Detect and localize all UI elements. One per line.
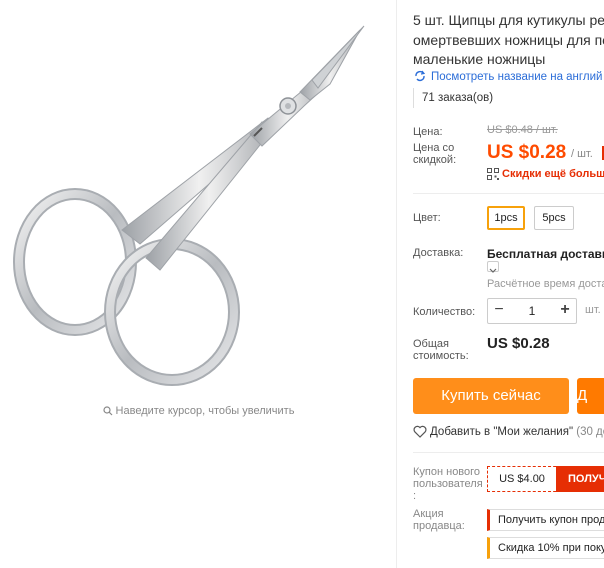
title-line-2: омертвевших ножницы для пе xyxy=(413,31,604,48)
new-user-coupon: US $4.00 ПОЛУЧ xyxy=(487,466,604,492)
old-price: US $0.48 / шт. xyxy=(487,124,558,136)
quantity-unit: шт. xyxy=(585,304,601,316)
price-per-unit: / шт. xyxy=(571,148,593,160)
translate-link[interactable]: Посмотреть название на англий xyxy=(413,69,602,86)
chevron-down-icon xyxy=(489,268,497,273)
add-to-cart-button[interactable]: Д xyxy=(577,378,604,414)
wishlist-count: (30 до xyxy=(576,426,604,438)
orders-count: 71 заказа(ов) xyxy=(413,88,493,108)
price-divider xyxy=(413,193,604,194)
add-to-wishlist-link[interactable]: Добавить в "Мои желания" (30 до xyxy=(413,425,604,441)
heart-icon xyxy=(413,425,427,441)
delivery-title: Бесплатная доставка xyxy=(487,247,604,261)
magnifier-icon xyxy=(102,406,113,419)
current-price: US $0.28 xyxy=(487,142,567,163)
qr-code-icon xyxy=(487,168,499,183)
delivery-label: Доставка: xyxy=(413,247,464,259)
quantity-input[interactable]: 1 xyxy=(510,299,554,323)
new-user-label-line-1: Купон нового xyxy=(413,466,481,478)
product-title: 5 шт. Щипцы для кутикулы рез омертвевших… xyxy=(413,11,604,70)
more-discounts-text: Скидки ещё больше xyxy=(502,168,604,180)
discount-price-label: Цена со скидкой: xyxy=(413,142,456,166)
quantity-increase-button[interactable]: + xyxy=(554,299,576,323)
delivery-estimate: Расчётное время доставк xyxy=(487,278,604,290)
promo-divider xyxy=(413,452,604,453)
product-info: 5 шт. Щипцы для кутикулы рез омертвевших… xyxy=(413,0,604,568)
total-label: Общая стоимость: xyxy=(413,338,469,362)
quantity-label: Количество: xyxy=(413,306,476,318)
zoom-hint-text: Наведите курсор, чтобы увеличить xyxy=(115,405,295,417)
zoom-hint: Наведите курсор, чтобы увеличить xyxy=(0,405,397,419)
new-user-label-line-3: : xyxy=(413,490,417,502)
new-user-label-line-2: пользователя xyxy=(413,478,483,490)
total-label-line-2: стоимость: xyxy=(413,350,469,362)
buy-now-button[interactable]: Купить сейчас xyxy=(413,378,569,414)
gallery-divider xyxy=(396,0,397,568)
coupon-value: US $4.00 xyxy=(499,473,545,485)
delivery-dropdown[interactable] xyxy=(487,261,499,273)
total-label-line-1: Общая xyxy=(413,338,449,350)
quantity-stepper: − 1 + xyxy=(487,298,577,324)
seller-coupon-button[interactable]: Получить купон прод xyxy=(487,509,604,531)
translate-icon xyxy=(413,69,427,86)
get-coupon-button[interactable]: ПОЛУЧ xyxy=(556,466,604,492)
title-line-1: 5 шт. Щипцы для кутикулы рез xyxy=(413,12,604,28)
quantity-decrease-button[interactable]: − xyxy=(488,299,510,323)
sku-option-1pcs[interactable]: 1pcs xyxy=(487,206,525,230)
seller-promo-label: Акция продавца: xyxy=(413,508,465,532)
title-line-3: маленькие ножницы xyxy=(413,51,546,67)
sku-option-5pcs[interactable]: 5pcs xyxy=(534,206,574,230)
product-gallery: Наведите курсор, чтобы увеличить xyxy=(0,0,397,568)
price-label: Цена: xyxy=(413,126,443,138)
wishlist-text: Добавить в "Мои желания" xyxy=(430,426,574,438)
seller-label-line-1: Акция xyxy=(413,508,444,520)
seller-discount-badge[interactable]: Скидка 10% при поку xyxy=(487,537,604,559)
color-label: Цвет: xyxy=(413,212,441,224)
discount-label-line-1: Цена со xyxy=(413,142,455,154)
total-price: US $0.28 xyxy=(487,335,550,352)
seller-label-line-2: продавца: xyxy=(413,520,465,532)
discount-label-line-2: скидкой: xyxy=(413,154,457,166)
product-image[interactable] xyxy=(0,0,397,400)
more-discounts-link[interactable]: Скидки ещё больше xyxy=(487,168,604,183)
new-user-coupon-label: Купон нового пользователя : xyxy=(413,466,483,502)
translate-link-text: Посмотреть название на англий xyxy=(431,71,603,83)
